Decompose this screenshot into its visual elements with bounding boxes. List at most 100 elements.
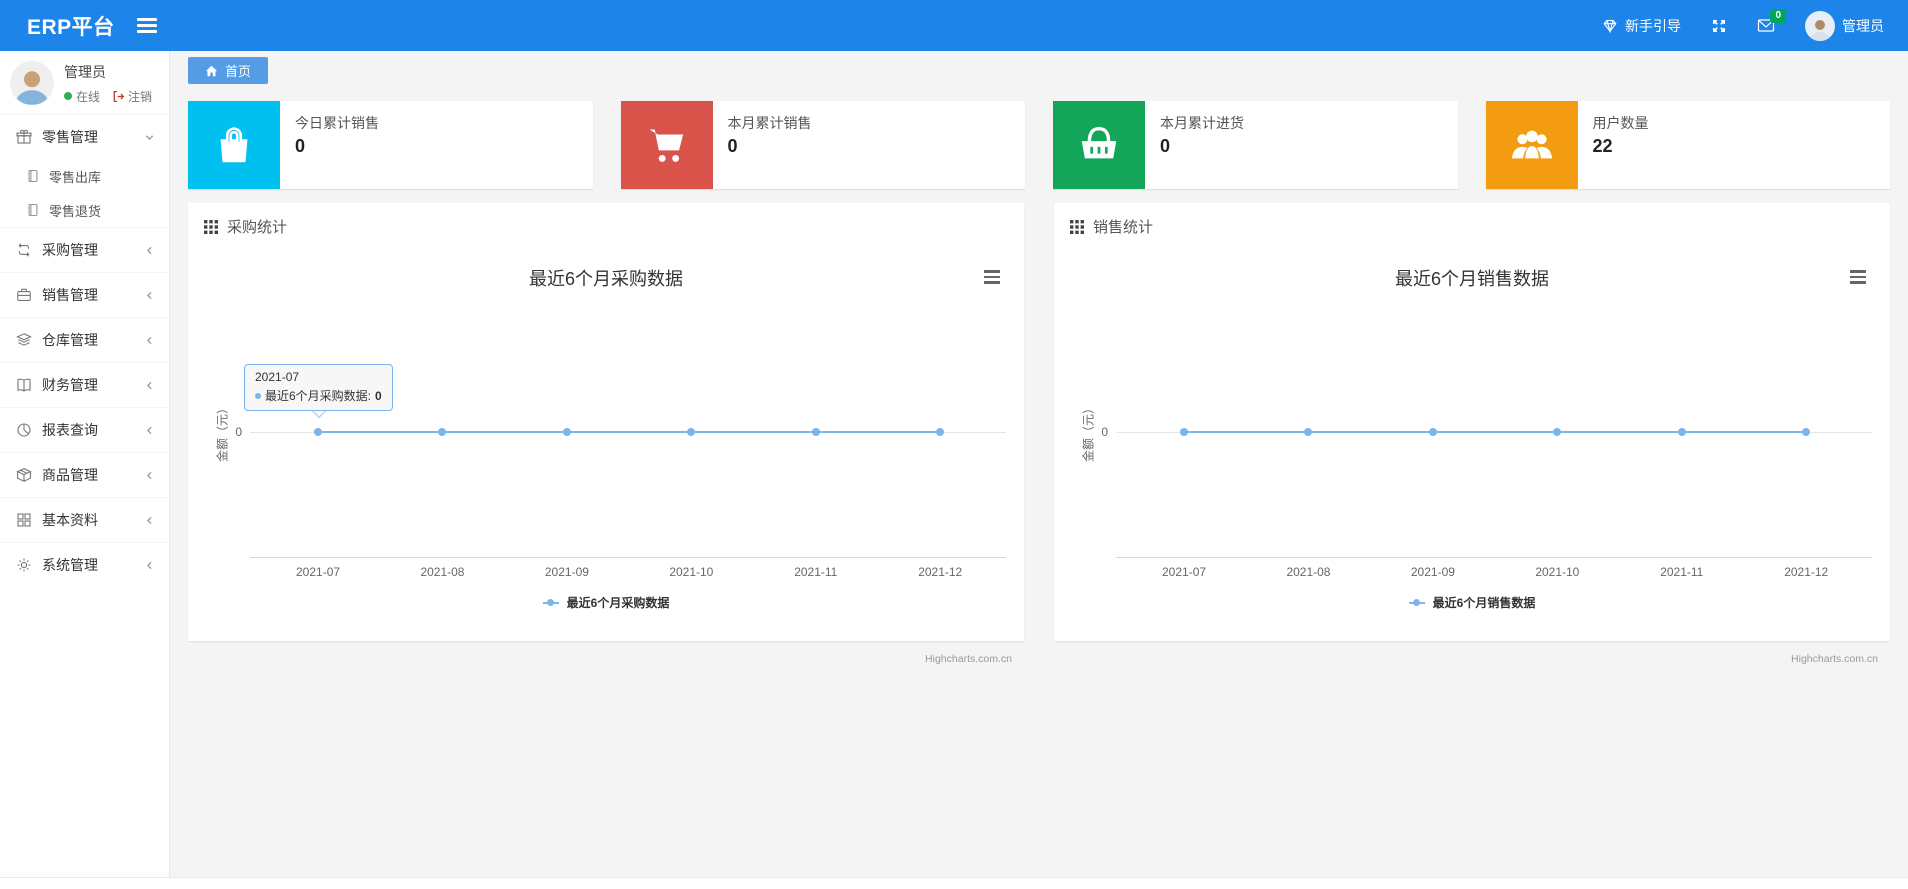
avatar [10,61,54,105]
shopping-basket-icon [1053,101,1145,189]
user-menu[interactable]: 管理员 [1805,10,1884,41]
x-axis-tick: 2021-10 [669,565,714,579]
shopping-bag-icon [188,101,280,189]
erp-dashboard: ERP平台 新手引导 0 管理员 管理员 在线 注销 零售管理 零售出库 零售退… [0,0,1908,889]
sidebar-user-name: 管理员 [64,63,106,80]
y-axis-label: 金额（元） [215,401,230,463]
messages-button[interactable]: 0 [1757,9,1786,33]
sidebar-item-label: 零售退货 [49,203,102,219]
purchase-chart: 最近6个月采购数据 0 金额（元） 2021-07 2021-08 2021-0… [188,243,1024,665]
sidebar-item-finance[interactable]: 财务管理 [0,362,169,407]
sidebar-item-warehouse[interactable]: 仓库管理 [0,317,169,362]
sidebar-menu: 零售管理 零售出库 零售退货 采购管理 销售管理 仓库管理 财务管理 报表查询 … [0,114,169,587]
chart-credits[interactable]: Highcharts.com.cn [925,653,1012,665]
chevron-left-icon [144,560,155,571]
sidebar-item-sales[interactable]: 销售管理 [0,272,169,317]
expand-arrows-icon [1711,18,1727,34]
data-point[interactable] [1802,428,1811,436]
home-icon [205,65,218,77]
sidebar-item-retail-outbound[interactable]: 零售出库 [0,159,169,193]
briefcase-icon [16,287,32,303]
sidebar-item-label: 基本资料 [42,512,98,528]
mail-count-badge: 0 [1770,9,1786,23]
sidebar-item-reports[interactable]: 报表查询 [0,407,169,452]
x-axis-line [250,557,1006,558]
x-axis-tick: 2021-07 [1162,565,1207,579]
legend-item[interactable]: 最近6个月采购数据 [188,594,1024,611]
tab-home[interactable]: 首页 [188,57,269,84]
data-point[interactable] [936,428,945,436]
th-grid-icon [1070,219,1084,234]
avatar [1805,10,1835,41]
sidebar-item-label: 销售管理 [42,287,98,303]
navbar-actions: 新手引导 0 管理员 [1602,9,1908,41]
package-icon [16,467,32,483]
app-logo: ERP平台 [27,15,115,39]
stat-card-value: 0 [295,136,306,156]
plot-area: 2021-07 2021-08 2021-09 2021-10 2021-11 … [1116,243,1872,641]
data-point[interactable] [1428,428,1437,436]
chevron-left-icon [144,425,155,436]
data-point[interactable] [562,428,571,436]
stat-card-user-count: 用户数量 22 [1485,101,1890,189]
top-navbar: ERP平台 新手引导 0 管理员 [0,0,1908,51]
footer-bar [0,877,1908,889]
stat-card-month-purchase: 本月累计进货 0 [1053,101,1458,189]
sales-chart-panel: 销售统计 最近6个月销售数据 0 金额（元） 2021-07 2021-08 2… [1054,203,1890,665]
fullscreen-button[interactable] [1711,18,1727,34]
logout-button[interactable]: 注销 [112,88,152,105]
guide-label: 新手引导 [1625,17,1681,34]
x-axis-tick: 2021-08 [1286,565,1331,579]
data-point[interactable] [811,428,820,436]
panel-title: 销售统计 [1093,219,1154,236]
chart-credits[interactable]: Highcharts.com.cn [1791,653,1878,665]
chevron-left-icon [144,290,155,301]
stat-cards: 今日累计销售 0 本月累计销售 0 本月累计进货 0 用户数量 22 [188,101,1890,189]
sidebar-item-system[interactable]: 系统管理 [0,542,169,587]
sidebar-item-retail[interactable]: 零售管理 [0,114,169,159]
repeat-icon [16,242,32,258]
x-axis-line [1116,557,1872,558]
sidebar-toggle-icon[interactable] [136,15,157,36]
legend-marker-icon [542,599,559,606]
x-axis-tick: 2021-10 [1535,565,1580,579]
gift-icon [16,129,32,145]
x-axis-tick: 2021-12 [1784,565,1829,579]
th-grid-icon [204,219,218,234]
book-icon [16,377,32,393]
x-axis-tick: 2021-08 [420,565,465,579]
legend-item[interactable]: 最近6个月销售数据 [1054,594,1890,611]
x-axis-tick: 2021-12 [918,565,963,579]
data-point[interactable] [1304,428,1313,436]
sidebar-item-goods[interactable]: 商品管理 [0,452,169,497]
sidebar-item-label: 系统管理 [42,557,98,573]
sidebar-item-label: 仓库管理 [42,332,98,348]
panel-title: 采购统计 [227,219,288,236]
data-point[interactable] [438,428,447,436]
data-point[interactable] [1677,428,1686,436]
data-point[interactable] [1180,428,1189,436]
panel-header: 采购统计 [188,203,1024,237]
sidebar-user-panel: 管理员 在线 注销 [0,51,169,114]
logout-label: 注销 [128,89,153,104]
data-point[interactable] [314,428,323,436]
gear-icon [16,557,32,573]
data-point[interactable] [1553,428,1562,436]
chevron-left-icon [144,245,155,256]
stat-card-title: 本月累计进货 [1160,115,1244,131]
sidebar-item-retail-return[interactable]: 零售退货 [0,193,169,227]
sidebar-item-basic-data[interactable]: 基本资料 [0,497,169,542]
layers-icon [16,332,32,348]
guide-button[interactable]: 新手引导 [1602,16,1681,36]
retail-submenu: 零售出库 零售退货 [0,159,169,227]
purchase-chart-panel: 采购统计 最近6个月采购数据 0 金额（元） 2021-07 2021-08 2… [188,203,1024,665]
chart-panels: 采购统计 最近6个月采购数据 0 金额（元） 2021-07 2021-08 2… [188,203,1890,665]
data-point[interactable] [687,428,696,436]
grid-icon [16,512,32,528]
x-axis-tick: 2021-11 [1660,565,1704,579]
chevron-left-icon [144,470,155,481]
sidebar-item-label: 零售出库 [49,169,102,185]
sales-chart: 最近6个月销售数据 0 金额（元） 2021-07 2021-08 2021-0… [1054,243,1890,665]
tooltip-header: 2021-07 [255,370,300,384]
sidebar-item-purchase[interactable]: 采购管理 [0,227,169,272]
